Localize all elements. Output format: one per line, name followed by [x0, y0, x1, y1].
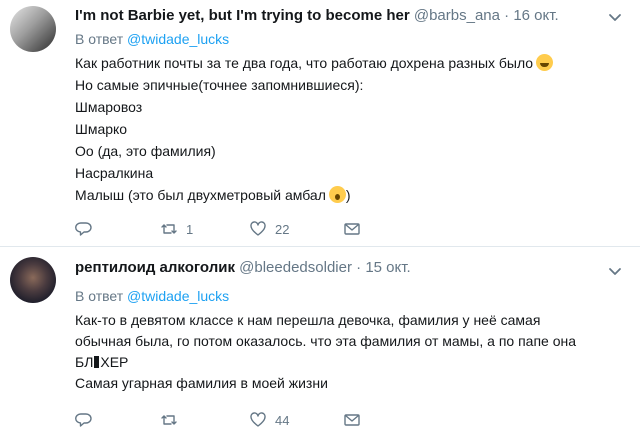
- tweet-line: Шмаровоз: [75, 99, 143, 115]
- heart-icon: [250, 221, 266, 236]
- heart-icon: [250, 412, 266, 427]
- reply-prefix: В ответ: [75, 31, 124, 47]
- dm-button[interactable]: [343, 410, 361, 430]
- envelope-icon: [344, 414, 360, 426]
- tweet-line-text: Как работник почты за те два года, что р…: [75, 55, 534, 71]
- tweet-text: Как-то в девятом классе к нам перешла де…: [75, 310, 620, 394]
- dm-button[interactable]: [343, 219, 361, 239]
- tweet-line: обычная была, го потом оказалось. что эт…: [75, 333, 577, 349]
- like-count: 22: [275, 221, 290, 237]
- reply-mention[interactable]: @twidade_lucks: [127, 31, 229, 47]
- retweet-button[interactable]: 1: [160, 219, 193, 239]
- timestamp[interactable]: 15 окт.: [365, 259, 410, 276]
- tweet-line-text: Малыш (это был двухметровый амбал: [75, 187, 326, 203]
- tweet-line: Как-то в девятом классе к нам перешла де…: [75, 312, 541, 328]
- tweet-actions: 44: [75, 410, 495, 430]
- tweet-line: Самая угарная фамилия в моей жизни: [75, 375, 328, 391]
- reply-mention[interactable]: @twidade_lucks: [127, 288, 229, 304]
- reply-prefix: В ответ: [75, 288, 124, 304]
- avatar[interactable]: [10, 6, 56, 52]
- tweet-line: БЛ ХЕР: [75, 352, 620, 373]
- tweet-line: Как работник почты за те два года, что р…: [75, 52, 554, 74]
- envelope-icon: [344, 223, 360, 235]
- tweet-line-text: БЛ: [75, 354, 94, 370]
- separator: ·: [504, 7, 510, 24]
- tweet-header: рептилоид алкоголик @bleededsoldier · 15…: [75, 259, 411, 279]
- retweet-icon: [161, 224, 177, 234]
- tweet-line: Но самые эпичные(точнее запомнившиеся):: [75, 77, 364, 93]
- tweet-line-text: ХЕР: [100, 354, 129, 370]
- censor-block: [94, 356, 100, 368]
- tweet-line: Шмарко: [75, 121, 128, 137]
- display-name[interactable]: рептилоид алкоголик: [75, 259, 235, 276]
- laughing-emoji-icon: [536, 54, 554, 71]
- reply-context: В ответ @twidade_lucks: [75, 288, 229, 304]
- chevron-down-icon[interactable]: [606, 8, 624, 26]
- tweet-line: Малыш (это был двухметровый амбал): [75, 184, 553, 206]
- like-button[interactable]: 22: [249, 219, 289, 239]
- like-button[interactable]: 44: [249, 410, 289, 430]
- reply-button[interactable]: [75, 219, 93, 239]
- tweet-line-end: ): [345, 187, 351, 203]
- reply-icon: [75, 413, 92, 427]
- separator: ·: [356, 259, 362, 276]
- tweet-text: Как работник почты за те два года, что р…: [75, 52, 554, 206]
- reply-context: В ответ @twidade_lucks: [75, 31, 229, 47]
- tweet-line: Оо (да, это фамилия): [75, 143, 216, 159]
- retweet-button[interactable]: [160, 410, 178, 430]
- retweet-count: 1: [186, 221, 194, 237]
- username[interactable]: @barbs_ana: [414, 7, 500, 24]
- display-name[interactable]: I'm not Barbiе yet, but I'm trying to be…: [75, 7, 410, 24]
- like-count: 44: [275, 412, 290, 428]
- tweet-line: Насралкина: [75, 165, 154, 181]
- timestamp[interactable]: 16 окт.: [513, 7, 558, 24]
- divider: [0, 246, 640, 247]
- screaming-emoji-icon: [328, 186, 346, 203]
- retweet-icon: [161, 415, 177, 425]
- reply-icon: [75, 222, 92, 236]
- avatar[interactable]: [10, 257, 56, 303]
- reply-button[interactable]: [75, 410, 93, 430]
- tweet-header: I'm not Barbiе yet, but I'm trying to be…: [75, 7, 559, 27]
- chevron-down-icon[interactable]: [606, 262, 624, 280]
- tweet-actions: 1 22: [75, 219, 495, 239]
- tweet-1[interactable]: I'm not Barbiе yet, but I'm trying to be…: [0, 0, 640, 247]
- username[interactable]: @bleededsoldier: [239, 259, 352, 276]
